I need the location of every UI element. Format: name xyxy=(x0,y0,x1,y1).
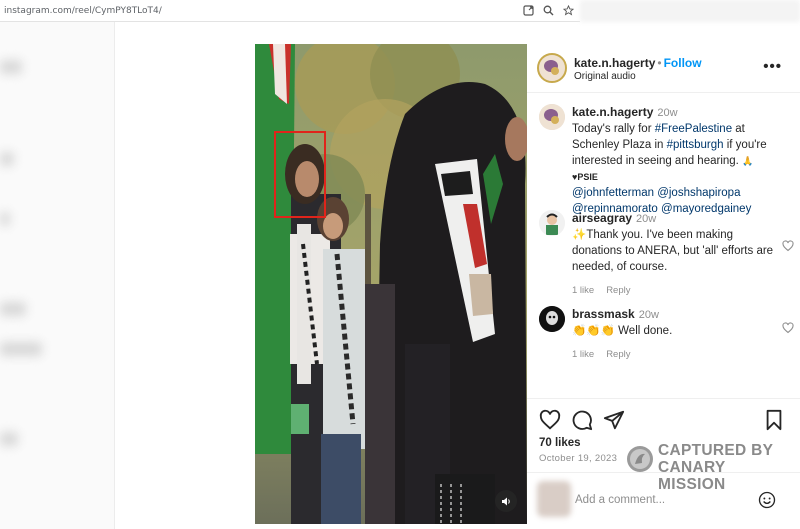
comment-username[interactable]: airseagray xyxy=(572,211,632,225)
like-comment-icon[interactable] xyxy=(782,240,794,255)
commenter-avatar[interactable] xyxy=(539,210,565,236)
separator-dot: • xyxy=(657,56,662,70)
like-heart-icon[interactable] xyxy=(539,409,561,431)
star-icon[interactable] xyxy=(560,3,576,19)
zoom-icon[interactable] xyxy=(540,3,556,19)
hashtag-freepalestine[interactable]: #FreePalestine xyxy=(655,123,732,135)
reel-video[interactable] xyxy=(255,44,527,524)
like-comment-icon[interactable] xyxy=(782,322,794,337)
post-date: October 19, 2023 xyxy=(539,453,618,464)
comment-time: 20w xyxy=(636,213,657,225)
post-header: kate.n.hagerty • Follow Original audio ••• xyxy=(527,44,800,93)
follow-button[interactable]: Follow xyxy=(664,56,702,70)
author-avatar[interactable] xyxy=(537,53,567,83)
blurred-avatar xyxy=(537,481,571,517)
comment-username[interactable]: brassmask xyxy=(572,307,635,321)
video-frame-illustration xyxy=(255,44,527,524)
author-username[interactable]: kate.n.hagerty xyxy=(574,56,655,70)
comment-body: brassmask 20w 👏👏👏 Well done. 1 like Reply xyxy=(572,306,777,363)
comment-meta: 1 like Reply xyxy=(572,347,777,363)
comment-time: 20w xyxy=(638,309,659,321)
canary-logo-icon xyxy=(627,446,653,472)
author-line: kate.n.hagerty • Follow xyxy=(574,56,702,70)
highlight-box xyxy=(274,131,326,218)
caption-body: kate.n.hagerty 20w Today's rally for #Fre… xyxy=(572,104,777,217)
caption-avatar[interactable] xyxy=(539,104,565,130)
comment-body: airseagray 20w ✨Thank you. I've been maki… xyxy=(572,210,777,299)
emoji-icon[interactable] xyxy=(758,491,776,509)
caption-time: 20w xyxy=(657,107,678,119)
comment-bubble-icon[interactable] xyxy=(571,409,593,431)
audio-label[interactable]: Original audio xyxy=(574,71,636,82)
blurred-toolbar xyxy=(580,0,800,22)
commenter-avatar[interactable] xyxy=(539,306,565,332)
watermark-text: CAPTURED BY CANARY MISSION xyxy=(658,442,796,493)
watermark-line2: CANARY MISSION xyxy=(658,459,726,493)
reply-button[interactable]: Reply xyxy=(606,349,630,360)
comment-meta: 1 like Reply xyxy=(572,283,777,299)
hashtag-pittsburgh[interactable]: #pittsburgh xyxy=(667,139,724,151)
watermark: CAPTURED BY CANARY MISSION xyxy=(626,441,796,493)
more-options-icon[interactable]: ••• xyxy=(763,58,782,75)
comment-text: 👏👏👏 Well done. xyxy=(572,325,673,337)
caption-text-1: Today's rally for xyxy=(572,123,655,135)
caption-username[interactable]: kate.n.hagerty xyxy=(572,105,653,119)
reply-button[interactable]: Reply xyxy=(606,285,630,296)
watermark-line1: CAPTURED BY xyxy=(658,442,774,459)
open-in-app-icon[interactable] xyxy=(520,3,536,19)
comment-likes[interactable]: 1 like xyxy=(572,349,594,360)
like-count[interactable]: 70 likes xyxy=(539,437,581,449)
share-paper-plane-icon[interactable] xyxy=(603,409,625,431)
url-text[interactable]: instagram.com/reel/CymPY8TLoT4/ xyxy=(0,6,520,16)
blurred-sidebar xyxy=(0,22,115,529)
comment-likes[interactable]: 1 like xyxy=(572,285,594,296)
speaker-icon[interactable] xyxy=(495,490,517,512)
add-comment-input[interactable] xyxy=(575,494,755,506)
bookmark-icon[interactable] xyxy=(763,409,785,431)
browser-address-bar[interactable]: instagram.com/reel/CymPY8TLoT4/ xyxy=(0,0,580,22)
comment-text: ✨Thank you. I've been making donations t… xyxy=(572,229,774,273)
